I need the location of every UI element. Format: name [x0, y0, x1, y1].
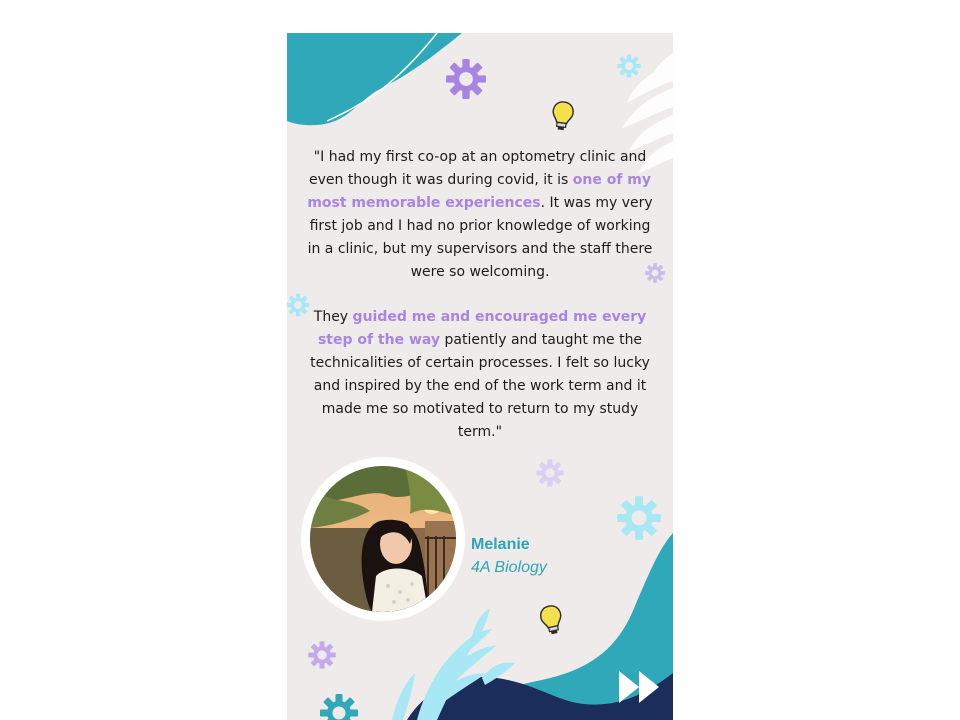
- avatar: [301, 457, 465, 621]
- lightbulb-icon: [538, 603, 566, 637]
- student-photo: [310, 466, 456, 612]
- testimonial-paragraph-2: They guided me and encouraged me every s…: [307, 306, 653, 444]
- quote-text: They: [313, 309, 353, 325]
- quote-text: patiently and taught me the technicaliti…: [310, 332, 650, 440]
- gear-icon: [308, 641, 336, 669]
- gear-icon: [617, 54, 641, 78]
- testimonial-paragraph-1: "I had my first co-op at an optometry cl…: [307, 146, 653, 284]
- gear-icon: [536, 459, 564, 487]
- gear-icon: [446, 59, 486, 99]
- fast-forward-icon[interactable]: [617, 667, 667, 707]
- student-name: Melanie: [471, 536, 530, 553]
- gear-icon: [320, 694, 358, 720]
- student-program: 4A Biology: [471, 559, 547, 576]
- lightbulb-icon: [550, 100, 576, 132]
- testimonial-card: "I had my first co-op at an optometry cl…: [287, 33, 673, 720]
- gear-icon: [617, 496, 661, 540]
